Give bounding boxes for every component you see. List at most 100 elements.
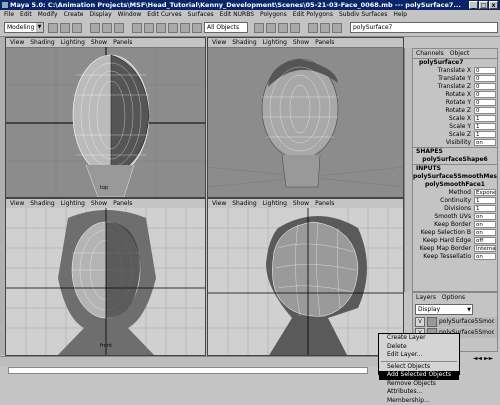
attr-value[interactable]: Exponential — [474, 189, 496, 196]
menu-edit[interactable]: Edit — [20, 10, 32, 20]
viewport-menu-view[interactable]: View — [10, 38, 24, 47]
minimize-button[interactable]: _ — [469, 1, 478, 9]
attr-row[interactable]: Visibilityon — [413, 139, 497, 147]
viewport-menu-panels[interactable]: Panels — [113, 199, 132, 208]
viewport-menu-panels[interactable]: Panels — [315, 199, 334, 208]
input-attr-row[interactable]: MethodExponential — [413, 189, 497, 197]
input-attr-row[interactable]: Keep Selection Bon — [413, 229, 497, 237]
menu-polygons[interactable]: Polygons — [260, 10, 287, 20]
menu-item-select-objects[interactable]: Select Objects — [379, 363, 459, 372]
attr-value[interactable]: on — [474, 213, 496, 220]
attr-row[interactable]: Scale Z1 — [413, 131, 497, 139]
layer-type-select[interactable]: Display ▼ — [415, 304, 473, 315]
menu-create[interactable]: Create — [64, 10, 84, 20]
viewport-side[interactable]: View Shading Lighting Show Panels — [207, 198, 404, 356]
snap-view-plane-icon[interactable] — [290, 23, 300, 33]
attr-row[interactable]: Translate X0 — [413, 67, 497, 75]
menu-file[interactable]: File — [4, 10, 14, 20]
menu-item-membership[interactable]: Membership... — [379, 397, 459, 405]
menu-item-remove-objects[interactable]: Remove Objects — [379, 380, 459, 389]
viewport-menu-lighting[interactable]: Lighting — [61, 38, 85, 47]
input-node-name[interactable]: polySmoothFace1 — [413, 181, 497, 189]
attr-value[interactable]: 0 — [474, 91, 496, 98]
mode-select[interactable]: Modeling ▼ — [4, 22, 44, 33]
menu-options[interactable]: Options — [442, 293, 465, 302]
snap-point-icon[interactable] — [278, 23, 288, 33]
mask-curve-icon[interactable] — [156, 23, 166, 33]
viewport-menu-lighting[interactable]: Lighting — [263, 38, 287, 47]
attr-row[interactable]: Rotate X0 — [413, 91, 497, 99]
menu-modify[interactable]: Modify — [38, 10, 58, 20]
attr-value[interactable]: 1 — [474, 205, 496, 212]
layer-row[interactable]: V polySurface5Smoot — [413, 317, 497, 327]
maximize-button[interactable]: □ — [479, 1, 488, 9]
attr-value[interactable]: 1 — [474, 131, 496, 138]
attr-value[interactable]: 1 — [474, 197, 496, 204]
menu-display[interactable]: Display — [90, 10, 112, 20]
menu-channels[interactable]: Channels — [416, 49, 444, 58]
viewport-menu-view[interactable]: View — [10, 199, 24, 208]
attr-value[interactable]: on — [474, 139, 496, 146]
viewport-front[interactable]: View Shading Lighting Show Panels front — [5, 198, 206, 356]
viewport-menu-show[interactable]: Show — [91, 38, 107, 47]
menu-item-attributes[interactable]: Attributes... — [379, 388, 459, 397]
attr-row[interactable]: Rotate Z0 — [413, 107, 497, 115]
viewport-menu-view[interactable]: View — [212, 199, 226, 208]
input-attr-row[interactable]: Keep Hard Edgeoff — [413, 237, 497, 245]
mask-surface-icon[interactable] — [168, 23, 178, 33]
viewport-menu-shading[interactable]: Shading — [30, 38, 54, 47]
mask-dynamic-icon[interactable] — [192, 23, 202, 33]
menu-help[interactable]: Help — [393, 10, 407, 20]
snap-grid-icon[interactable] — [254, 23, 264, 33]
input-node-name[interactable]: polySurface5SmoothMes — [413, 173, 497, 181]
attr-value[interactable]: 0 — [474, 75, 496, 82]
viewport-menu-panels[interactable]: Panels — [113, 38, 132, 47]
mask-joint-icon[interactable] — [144, 23, 154, 33]
channel-box-object-name[interactable]: polySurface7 — [413, 59, 497, 67]
attr-row[interactable]: Translate Y0 — [413, 75, 497, 83]
attr-value[interactable]: on — [474, 221, 496, 228]
close-button[interactable]: x — [489, 1, 498, 9]
input-attr-row[interactable]: Divisions1 — [413, 205, 497, 213]
snap-curve-icon[interactable] — [266, 23, 276, 33]
attr-value[interactable]: 0 — [474, 107, 496, 114]
input-attr-row[interactable]: Smooth UVson — [413, 213, 497, 221]
menu-edit-polygons[interactable]: Edit Polygons — [293, 10, 333, 20]
menu-item-add-selected-objects[interactable]: Add Selected Objects — [379, 371, 459, 380]
viewport-menu-lighting[interactable]: Lighting — [61, 199, 85, 208]
attr-value[interactable]: 0 — [474, 99, 496, 106]
save-scene-icon[interactable] — [72, 23, 82, 33]
attr-value[interactable]: on — [474, 253, 496, 260]
viewport-menu-view[interactable]: View — [212, 38, 226, 47]
new-scene-icon[interactable] — [48, 23, 58, 33]
viewport-menu-lighting[interactable]: Lighting — [263, 199, 287, 208]
viewport-menu-shading[interactable]: Shading — [232, 38, 256, 47]
menu-item-create-layer[interactable]: Create Layer — [379, 334, 459, 343]
viewport-menu-panels[interactable]: Panels — [315, 38, 334, 47]
command-input[interactable] — [8, 367, 368, 374]
input-attr-row[interactable]: Continuity1 — [413, 197, 497, 205]
window-title-bar[interactable]: Maya 5.0: C:\Animation Projects\MSF\Head… — [0, 0, 500, 10]
ipr-render-icon[interactable] — [332, 23, 342, 33]
input-attr-row[interactable]: Keep Map BorderInternal — [413, 245, 497, 253]
menu-layers[interactable]: Layers — [416, 293, 436, 302]
history-icon[interactable] — [308, 23, 318, 33]
viewport-persp[interactable]: View Shading Lighting Show Panels — [207, 37, 404, 198]
select-by-object-icon[interactable] — [102, 23, 112, 33]
attr-value[interactable]: 0 — [474, 83, 496, 90]
attr-value[interactable]: 1 — [474, 123, 496, 130]
object-name-field[interactable]: polySurface7 — [350, 22, 498, 33]
menu-subdiv-surfaces[interactable]: Subdiv Surfaces — [339, 10, 387, 20]
viewport-menu-show[interactable]: Show — [293, 38, 309, 47]
menu-object[interactable]: Object — [450, 49, 470, 58]
menu-item-delete[interactable]: Delete — [379, 343, 459, 352]
attr-value[interactable]: Internal — [474, 245, 496, 252]
attr-row[interactable]: Scale X1 — [413, 115, 497, 123]
playback-arrows-icon[interactable]: ◄◄ ►► — [468, 354, 498, 364]
open-scene-icon[interactable] — [60, 23, 70, 33]
mask-deform-icon[interactable] — [180, 23, 190, 33]
select-by-hierarchy-icon[interactable] — [90, 23, 100, 33]
menu-edit-curves[interactable]: Edit Curves — [147, 10, 181, 20]
attr-row[interactable]: Rotate Y0 — [413, 99, 497, 107]
attr-value[interactable]: 1 — [474, 115, 496, 122]
